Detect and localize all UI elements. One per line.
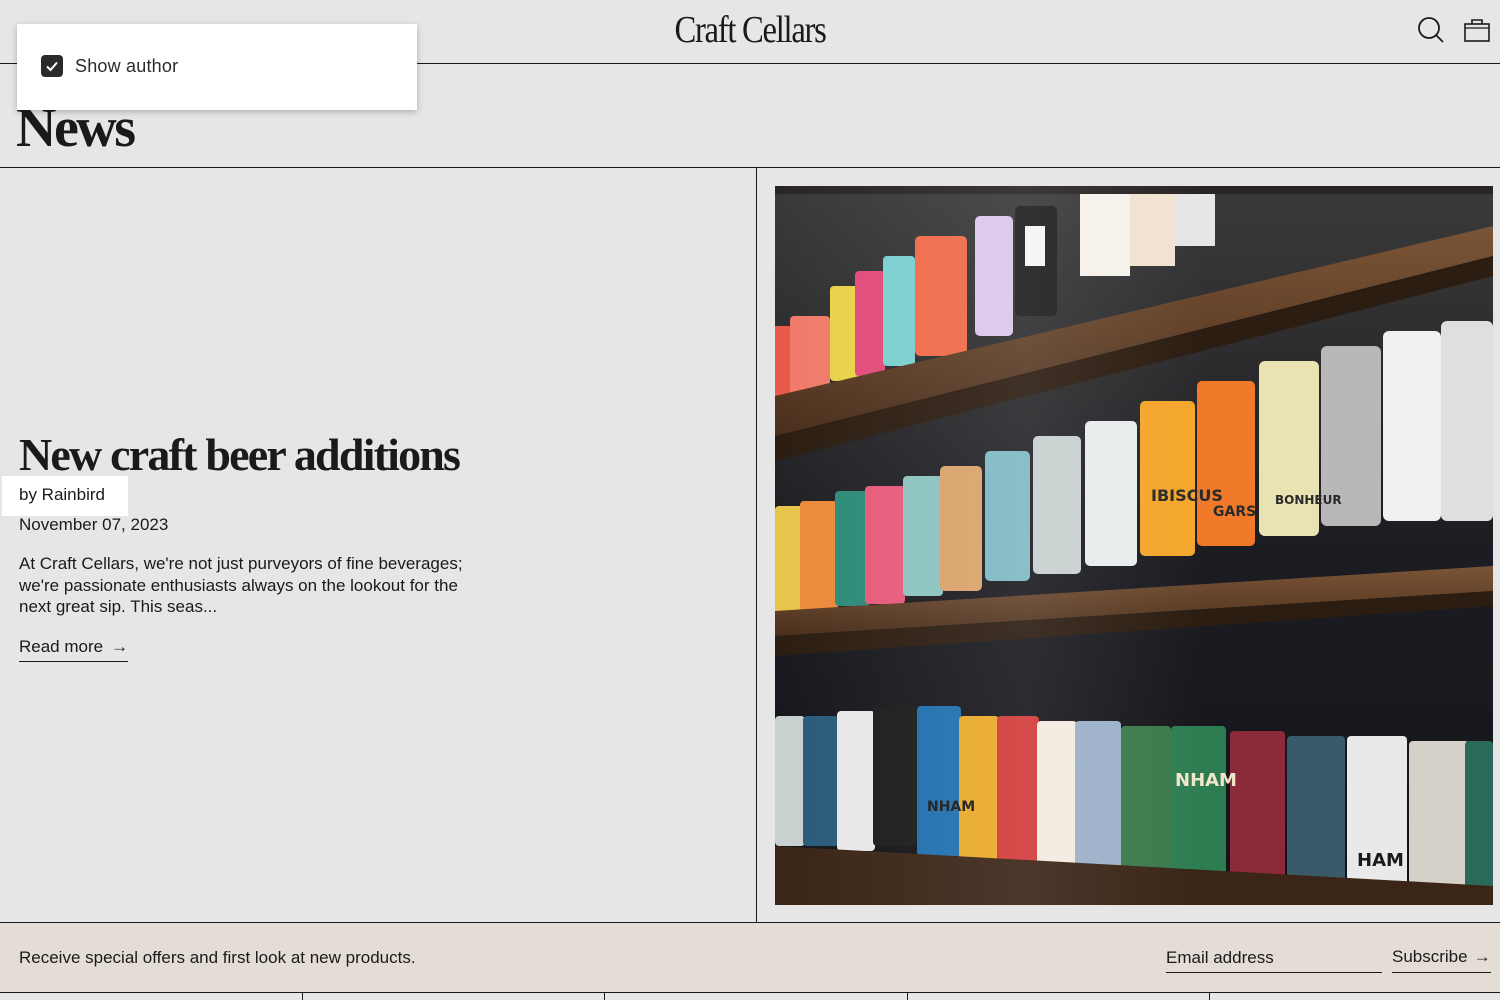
search-icon[interactable] — [1417, 16, 1445, 44]
article-card: New craft beer additions by Rainbird Nov… — [0, 168, 1500, 923]
column-divider — [756, 168, 757, 922]
craft-beer-cans-shelf-photo[interactable]: IBISCUS GARS BONHEUR NHAM NHAM HAM — [775, 186, 1493, 905]
show-author-popover: Show author — [17, 24, 417, 110]
read-more-link[interactable]: Read more → — [19, 637, 129, 662]
author-highlight: by Rainbird — [2, 476, 128, 516]
arrow-right-icon: → — [111, 637, 129, 656]
article-excerpt: At Craft Cellars, we're not just purveyo… — [19, 554, 463, 616]
footer-grid-divider — [302, 993, 303, 1000]
subscribe-button[interactable]: Subscribe → — [1392, 947, 1491, 973]
footer-grid-divider — [907, 993, 908, 1000]
email-input[interactable] — [1166, 943, 1382, 973]
footer-grid-divider — [1209, 993, 1210, 1000]
show-author-label[interactable]: Show author — [75, 56, 178, 77]
footer-grid-strip — [0, 993, 1500, 1000]
newsletter-bar: Receive special offers and first look at… — [0, 923, 1500, 993]
shopping-bag-icon[interactable] — [1463, 16, 1491, 44]
newsletter-text: Receive special offers and first look at… — [19, 948, 416, 967]
show-author-checkbox[interactable] — [41, 55, 63, 77]
subscribe-label: Subscribe — [1392, 947, 1468, 966]
checkmark-icon — [46, 61, 58, 72]
footer-grid-divider — [604, 993, 605, 1000]
article-author: by Rainbird — [19, 485, 105, 504]
read-more-label: Read more — [19, 637, 104, 656]
article-title[interactable]: New craft beer additions — [19, 430, 461, 480]
arrow-right-icon: → — [1473, 947, 1491, 966]
article-date: November 07, 2023 — [19, 515, 169, 534]
